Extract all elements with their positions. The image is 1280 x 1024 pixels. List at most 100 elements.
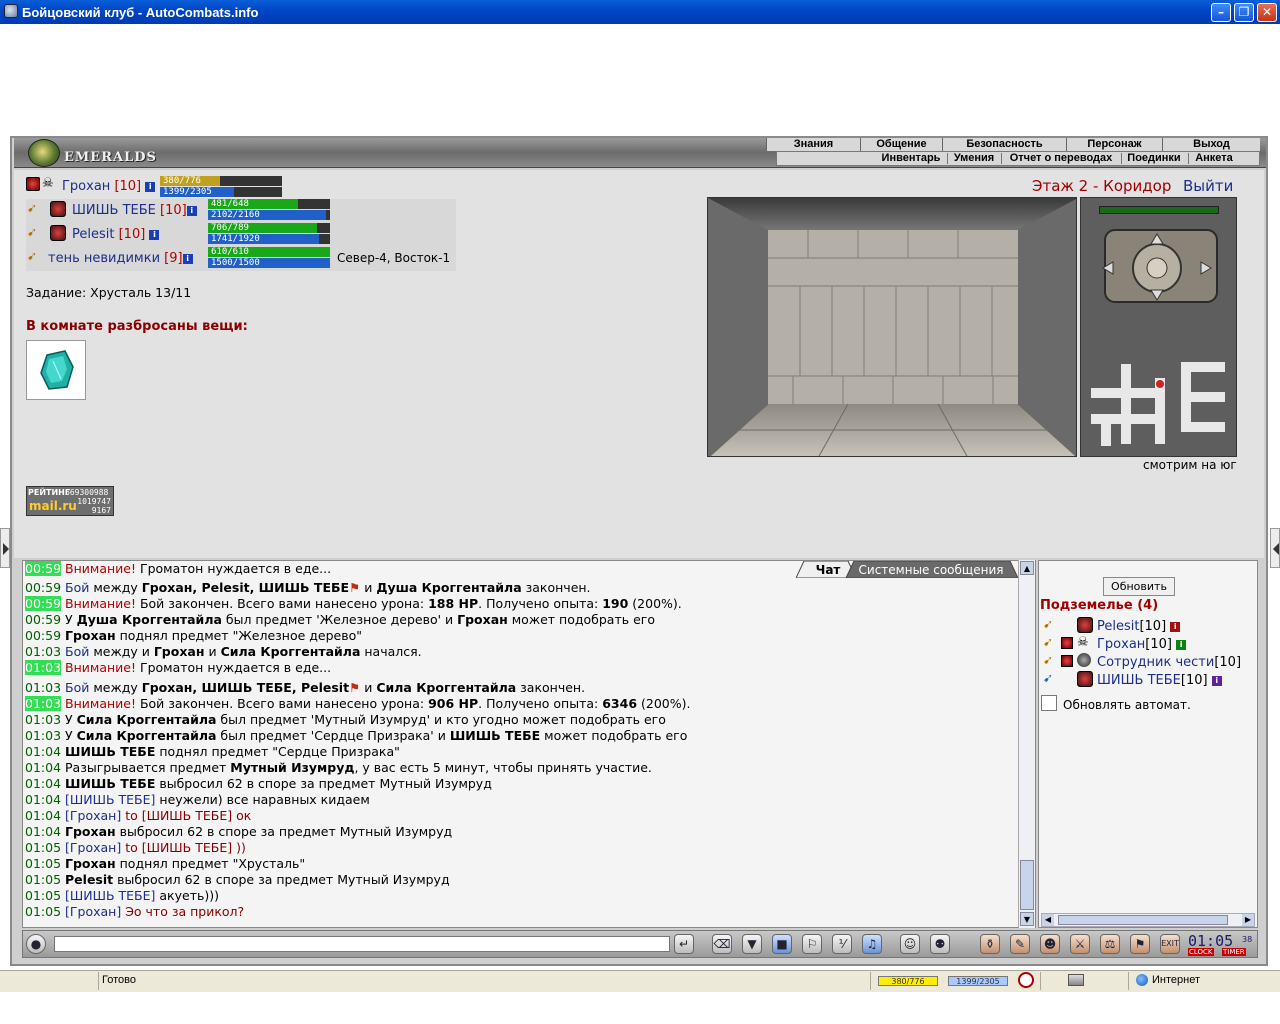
chat-text[interactable]: Мутный Изумруд	[230, 760, 354, 775]
dungeon-view[interactable]	[707, 197, 1077, 457]
info-icon[interactable]: i	[1176, 639, 1187, 650]
chat-time[interactable]: 01:04	[25, 808, 61, 823]
chat-text[interactable]: [ШИШЬ ТЕБЕ]	[65, 792, 155, 807]
chat-text[interactable]: [ШИШЬ ТЕБЕ]	[65, 888, 155, 903]
chat-time[interactable]: 01:04	[25, 824, 61, 839]
dungeon-member[interactable]: ШИШЬ ТЕБЕ[10] i	[1097, 673, 1222, 688]
minimize-button[interactable]: –	[1211, 3, 1231, 22]
chat-time[interactable]: 01:05	[25, 904, 61, 919]
submenu-inventory[interactable]: Инвентарь	[878, 152, 944, 165]
exit-link[interactable]: Выйти	[1183, 177, 1233, 195]
scroll-down-icon[interactable]: ▼	[1020, 912, 1034, 926]
info-icon[interactable]: i	[1211, 675, 1222, 686]
chat-log[interactable]: 00:59 Внимание! Громатон нуждается в еде…	[22, 560, 1036, 928]
chat-text[interactable]: Грохан	[457, 612, 508, 627]
chat-text[interactable]: Душа Кроггентайла	[77, 612, 222, 627]
chat-text[interactable]: [Грохан]	[65, 904, 121, 919]
bag-icon[interactable]: ⚖	[1100, 934, 1120, 954]
chat-text[interactable]: ШИШЬ ТЕБЕ	[65, 776, 155, 791]
close-button[interactable]: ✕	[1257, 3, 1277, 22]
chat-text[interactable]: Сила Кроггентайла	[221, 644, 361, 659]
chat-time[interactable]: 01:03	[25, 644, 61, 659]
party-member-name[interactable]: ШИШЬ ТЕБЕ [10] i	[72, 203, 197, 218]
move-forward-button[interactable]	[1145, 234, 1169, 250]
battle-flag-icon[interactable]: ⚑	[349, 680, 360, 695]
chat-time[interactable]: 00:59	[25, 561, 62, 576]
menu-communication[interactable]: Общение	[860, 138, 942, 151]
chat-text[interactable]: [Грохан]	[65, 840, 121, 855]
maximize-button[interactable]: ❐	[1234, 3, 1254, 22]
music-icon[interactable]: ♫	[862, 934, 882, 954]
info-icon[interactable]: i	[186, 205, 197, 216]
dungeon-member[interactable]: Грохан[10] i	[1097, 637, 1187, 652]
save-icon[interactable]: ■	[772, 934, 792, 954]
chat-text[interactable]: Грохан	[65, 824, 116, 839]
tab-chat[interactable]: Чат	[808, 563, 848, 577]
chat-time[interactable]: 01:04	[25, 776, 61, 791]
room-item-slot[interactable]	[26, 340, 86, 400]
left-frame-toggle[interactable]	[0, 528, 10, 568]
move-back-button[interactable]	[1145, 286, 1169, 302]
rating-counter[interactable]: РЕЙТИНГ 669300988 mail.ru 1019747 9167	[26, 486, 114, 516]
translit-icon[interactable]: ⅟	[832, 934, 852, 954]
runner-icon[interactable]: ⚐	[802, 934, 822, 954]
party-member-name[interactable]: Pelesit [10] i	[72, 227, 160, 242]
submenu-transfers[interactable]: Отчет о переводах	[1004, 152, 1118, 165]
mask-icon[interactable]: ☻	[1040, 934, 1060, 954]
chat-text[interactable]: 6346	[602, 696, 637, 711]
menu-knowledge[interactable]: Знания	[766, 138, 860, 151]
chat-text[interactable]: Грохан, ШИШЬ ТЕБЕ, Pelesit	[142, 680, 349, 695]
chat-time[interactable]: 01:04	[25, 792, 61, 807]
side-horizontal-scrollbar[interactable]: ◀ ▶	[1041, 913, 1255, 927]
chat-scrollbar[interactable]: ▲ ▼	[1018, 560, 1035, 928]
chat-time[interactable]: 00:59	[25, 612, 61, 627]
chat-text[interactable]: ШИШЬ ТЕБЕ	[65, 744, 155, 759]
clock-button[interactable]: CLOCK	[1188, 948, 1214, 956]
refresh-view-button[interactable]	[1147, 258, 1167, 278]
scroll-icon[interactable]: ✎	[1010, 934, 1030, 954]
filter-icon[interactable]: ▼	[742, 934, 762, 954]
fight-icon[interactable]: ⚔	[1070, 934, 1090, 954]
flag-icon[interactable]: ⚑	[1130, 934, 1150, 954]
turn-left-button[interactable]	[1099, 216, 1121, 236]
dungeon-member[interactable]: Сотрудник чести[10]	[1097, 655, 1241, 670]
chat-text[interactable]: 906 HP	[428, 696, 478, 711]
party-member-name[interactable]: тень невидимки [9] i	[48, 251, 193, 266]
smiley-icon[interactable]: ☺	[900, 934, 920, 954]
scroll-right-icon[interactable]: ▶	[1242, 914, 1254, 926]
dungeon-member[interactable]: Pelesit[10] i	[1097, 619, 1181, 634]
tab-system-messages[interactable]: Системные сообщения	[856, 563, 1006, 577]
alarm-clock-icon[interactable]	[1018, 972, 1034, 988]
group-icon[interactable]: ⚉	[930, 934, 950, 954]
chat-text[interactable]: ШИШЬ ТЕБЕ	[450, 728, 540, 743]
chat-mode-icon[interactable]: ●	[26, 934, 46, 954]
chat-text[interactable]: Бой	[65, 644, 93, 659]
chat-text[interactable]: 188 HP	[428, 596, 478, 611]
chat-text[interactable]: Душа Кроггентайла	[376, 580, 521, 595]
battle-flag-icon[interactable]: ⚑	[349, 580, 360, 595]
party-member-name[interactable]: Грохан [10] i	[62, 179, 156, 194]
menu-exit[interactable]: Выход	[1162, 138, 1260, 151]
chat-time[interactable]: 01:03	[25, 728, 61, 743]
submenu-battles[interactable]: Поединки	[1123, 152, 1185, 165]
info-icon[interactable]: i	[145, 181, 156, 192]
chat-time[interactable]: 01:03	[25, 680, 61, 695]
chat-text[interactable]: Pelesit	[65, 872, 113, 887]
chat-time[interactable]: 01:03	[25, 660, 62, 675]
chat-time[interactable]: 01:03	[25, 712, 61, 727]
info-icon[interactable]: i	[182, 253, 193, 264]
info-icon[interactable]: i	[1170, 621, 1181, 632]
timer-button[interactable]: TIMER	[1222, 948, 1246, 956]
submenu-profile[interactable]: Анкета	[1190, 152, 1238, 165]
chat-text[interactable]: Сила Кроггентайла	[77, 728, 217, 743]
menu-character[interactable]: Персонаж	[1066, 138, 1162, 151]
chat-text[interactable]: Грохан	[65, 856, 116, 871]
scroll-left-icon[interactable]: ◀	[1042, 914, 1054, 926]
submenu-skills[interactable]: Умения	[950, 152, 998, 165]
chat-input[interactable]	[54, 936, 670, 952]
scroll-thumb[interactable]	[1020, 860, 1034, 910]
chat-time[interactable]: 00:59	[25, 580, 61, 595]
scroll-thumb[interactable]	[1058, 915, 1228, 925]
auto-refresh-checkbox[interactable]	[1041, 695, 1057, 711]
chat-time[interactable]: 01:05	[25, 856, 61, 871]
